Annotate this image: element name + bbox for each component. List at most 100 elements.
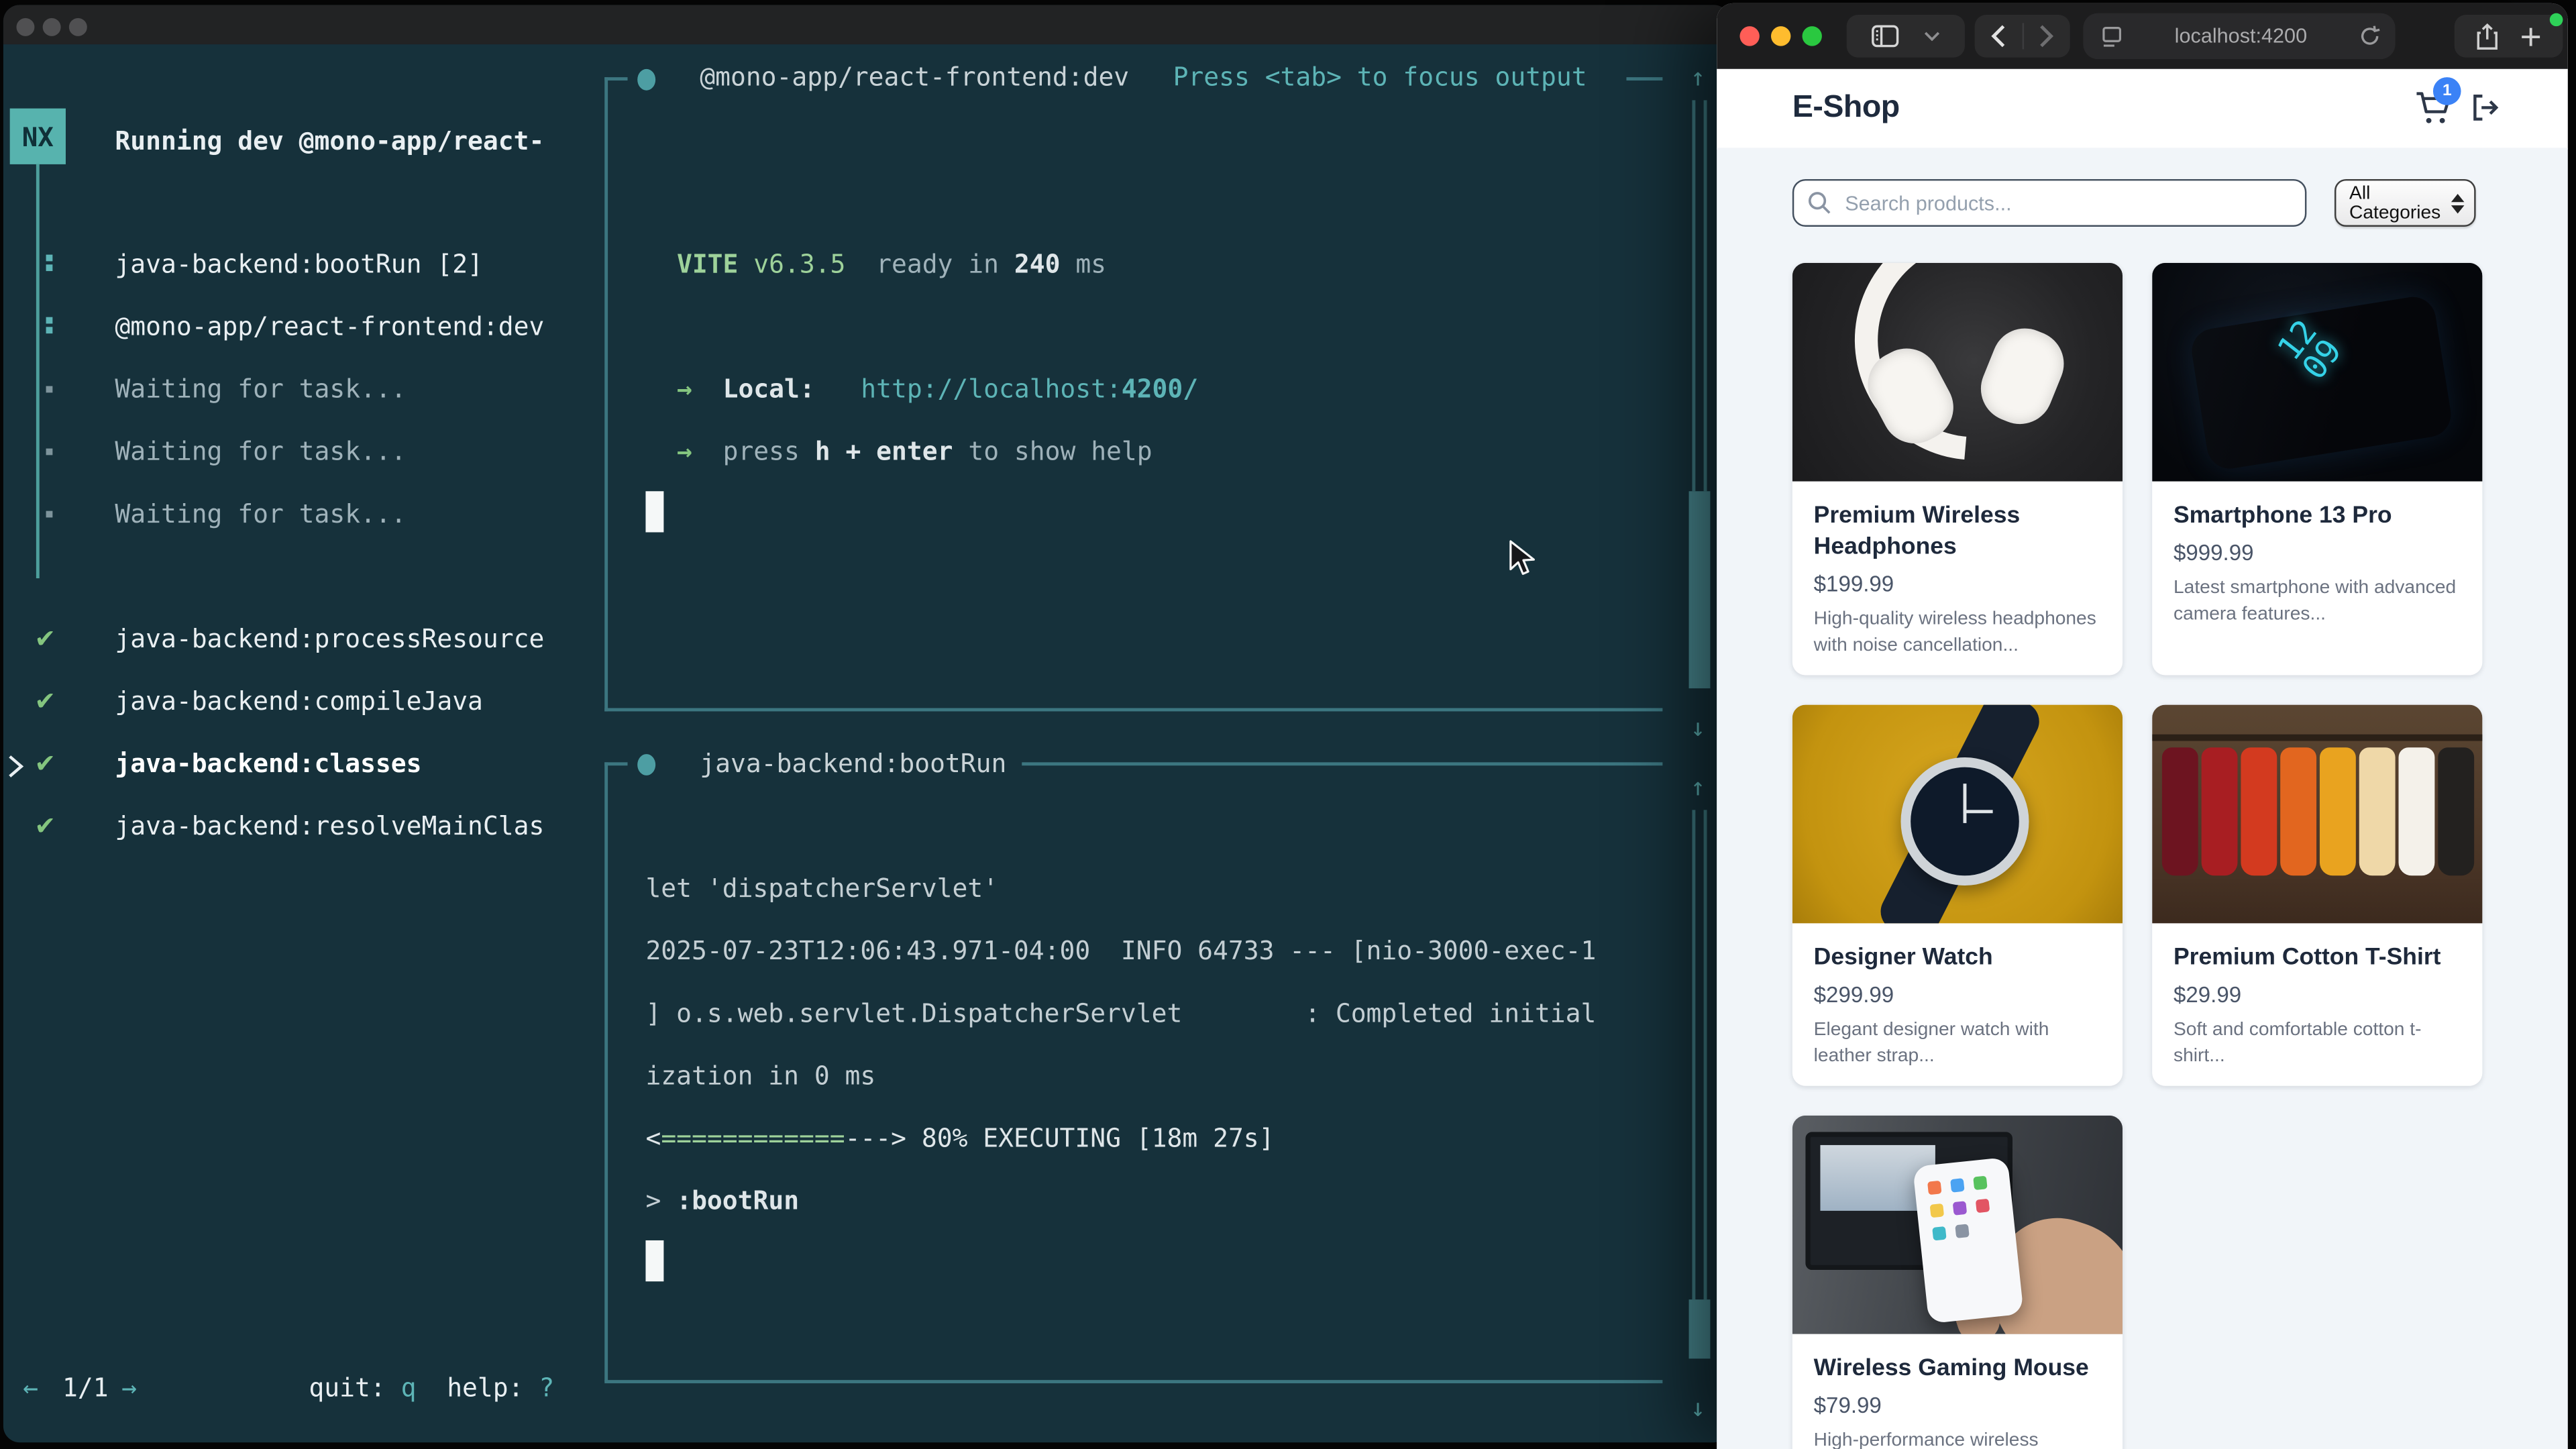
product-card[interactable]: Premium Cotton T-Shirt $29.99 Soft and c…	[2152, 705, 2482, 1086]
pager-next-arrow[interactable]: →	[121, 1370, 137, 1406]
task-item[interactable]: java-backend:bootRun [2]	[115, 246, 482, 282]
minimize-button[interactable]	[1771, 26, 1790, 46]
product-image-watch	[1792, 705, 2123, 924]
scrollbar-track[interactable]	[1692, 100, 1707, 491]
product-image-tshirt	[2152, 705, 2482, 924]
minimize-button[interactable]	[43, 18, 61, 36]
category-select[interactable]: All Categories	[2334, 179, 2476, 227]
terminal-title: Running dev @mono-app/react-	[115, 123, 544, 160]
pane-border	[604, 762, 608, 1381]
pane-border	[604, 77, 627, 80]
address-bar[interactable]: localhost:4200	[2083, 13, 2395, 60]
zoom-button[interactable]	[1803, 26, 1822, 46]
product-card[interactable]: Premium Wireless Headphones $199.99 High…	[1792, 263, 2123, 676]
product-price: $29.99	[2174, 982, 2461, 1007]
terminal-cursor	[645, 491, 663, 532]
product-description: Soft and comfortable cotton t-shirt...	[2174, 1018, 2461, 1069]
scroll-down-icon[interactable]: ↓	[1690, 714, 1705, 741]
task-item[interactable]: Waiting for task...	[115, 371, 406, 407]
scrollbar-thumb[interactable]	[1689, 491, 1711, 688]
logout-icon[interactable]	[2467, 91, 2502, 125]
pane-title[interactable]: @mono-app/react-frontend:dev	[700, 59, 1129, 95]
search-input[interactable]	[1841, 190, 2292, 216]
completed-task[interactable]: java-backend:resolveMainClas	[115, 808, 544, 845]
local-url-line: → Local: http://localhost:4200/	[677, 371, 1198, 407]
pager-position: 1/1	[62, 1370, 109, 1406]
selected-chevron-icon	[7, 754, 25, 779]
scroll-up-icon[interactable]: ↑	[1690, 773, 1705, 800]
check-icon: ✔	[34, 746, 56, 782]
sidebar-icon[interactable]	[1871, 25, 1899, 48]
scroll-down-icon[interactable]: ↓	[1690, 1395, 1705, 1421]
new-tab-icon[interactable]	[2520, 25, 2542, 47]
task-item[interactable]: @mono-app/react-frontend:dev	[115, 309, 544, 345]
completed-task[interactable]: java-backend:processResource	[115, 621, 544, 657]
check-icon: ✔	[34, 621, 56, 657]
scrollbar-track[interactable]	[1692, 810, 1707, 1299]
log-line: ization in 0 ms	[645, 1058, 875, 1094]
pane-border	[604, 708, 1662, 712]
pane-title[interactable]: java-backend:bootRun	[700, 746, 1006, 782]
completed-task-selected[interactable]: java-backend:classes	[115, 746, 421, 782]
share-icon[interactable]	[2476, 22, 2499, 50]
log-line: let 'dispatcherServlet'	[645, 871, 998, 907]
product-card[interactable]: Designer Watch $299.99 Elegant designer …	[1792, 705, 2123, 1086]
forward-button[interactable]	[2039, 25, 2054, 48]
search-box	[1792, 179, 2307, 227]
product-image-mouse	[1792, 1116, 2123, 1334]
spinner-icon	[46, 314, 53, 337]
product-description: Latest smartphone with advanced camera f…	[2174, 577, 2461, 628]
pending-dot-icon	[46, 449, 53, 455]
scrollbar-thumb[interactable]	[1689, 1299, 1711, 1358]
keyboard-hints: quit: q help: ?	[309, 1370, 554, 1406]
product-image-headphones	[1792, 263, 2123, 482]
page-settings-icon[interactable]	[2101, 25, 2123, 47]
product-description: High-quality wireless headphones with no…	[1814, 608, 2102, 659]
product-card[interactable]: 1209 Smartphone 13 Pro $999.99 Latest sm…	[2152, 263, 2482, 676]
zoom-button[interactable]	[69, 18, 87, 36]
terminal-titlebar[interactable]	[3, 5, 1730, 44]
product-price: $999.99	[2174, 541, 2461, 566]
product-card[interactable]: Wireless Gaming Mouse $79.99 High-perfor…	[1792, 1116, 2123, 1449]
terminal-cursor	[645, 1240, 663, 1281]
shop-header: E-Shop 1	[1717, 69, 2568, 150]
product-name: Premium Cotton T-Shirt	[2174, 943, 2461, 975]
product-name: Premium Wireless Headphones	[1814, 501, 2102, 564]
browser-window: localhost:4200 E-Shop 1	[1717, 3, 2568, 1449]
cart-icon[interactable]: 1	[2414, 87, 2455, 128]
select-arrows-icon	[2451, 193, 2465, 213]
product-price: $299.99	[1814, 982, 2102, 1007]
pane-border	[604, 1380, 1662, 1383]
check-icon: ✔	[34, 684, 56, 720]
cart-count-badge: 1	[2433, 77, 2461, 105]
product-name: Wireless Gaming Mouse	[1814, 1354, 2102, 1385]
nav-buttons-group	[1975, 15, 2070, 58]
log-line: 2025-07-23T12:06:43.971-04:00 INFO 64733…	[645, 933, 1596, 969]
vite-ready-line: VITE v6.3.5 ready in 240 ms	[677, 246, 1106, 282]
focus-hint: Press <tab> to focus output	[1173, 59, 1587, 95]
task-item[interactable]: Waiting for task...	[115, 496, 406, 533]
desktop: NX Running dev @mono-app/react- java-bac…	[0, 0, 2576, 1449]
terminal-window: NX Running dev @mono-app/react- java-bac…	[3, 5, 1730, 1442]
refresh-icon[interactable]	[2359, 25, 2381, 48]
product-price: $199.99	[1814, 572, 2102, 596]
close-button[interactable]	[1739, 26, 1759, 46]
task-tree-line	[36, 164, 40, 578]
pane-border	[1626, 77, 1662, 80]
gradle-progress-line: <============---> 80% EXECUTING [18m 27s…	[645, 1120, 1274, 1157]
pending-dot-icon	[46, 511, 53, 518]
recording-indicator-dot	[2550, 13, 2563, 27]
localhost-link[interactable]: http://localhost:4200/	[861, 374, 1198, 404]
back-button[interactable]	[1991, 25, 2006, 48]
browser-toolbar: localhost:4200	[1717, 3, 2568, 69]
task-item[interactable]: Waiting for task...	[115, 434, 406, 470]
close-button[interactable]	[16, 18, 34, 36]
pending-dot-icon	[46, 386, 53, 393]
completed-task[interactable]: java-backend:compileJava	[115, 684, 482, 720]
chevron-down-icon[interactable]	[1924, 32, 1940, 42]
pager-prev-arrow[interactable]: ←	[23, 1370, 38, 1406]
product-price: $79.99	[1814, 1393, 2102, 1418]
shop-brand: E-Shop	[1792, 91, 1900, 127]
scroll-up-icon[interactable]: ↑	[1690, 64, 1705, 91]
help-hint-line: → press h + enter to show help	[677, 434, 1152, 470]
